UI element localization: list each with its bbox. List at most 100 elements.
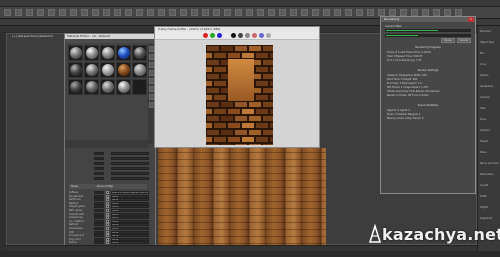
toolbar-button[interactable] bbox=[26, 9, 33, 16]
map-slot-button[interactable]: None bbox=[111, 209, 149, 212]
map-slot-button[interactable]: None bbox=[111, 219, 149, 223]
parameter-map-slot[interactable] bbox=[111, 172, 149, 175]
channel-color-icon[interactable] bbox=[266, 33, 271, 38]
channel-color-icon[interactable] bbox=[238, 33, 243, 38]
map-enable-checkbox[interactable] bbox=[106, 227, 109, 230]
toolbar-button[interactable] bbox=[81, 9, 88, 16]
material-slot[interactable] bbox=[84, 62, 99, 78]
map-enable-checkbox[interactable] bbox=[106, 212, 109, 216]
material-slot[interactable] bbox=[116, 79, 131, 95]
toolbar-button[interactable] bbox=[367, 9, 374, 16]
material-slot[interactable] bbox=[132, 45, 147, 61]
parameter-map-slot[interactable] bbox=[111, 152, 149, 155]
material-slot[interactable] bbox=[100, 45, 115, 61]
toolbar-button[interactable] bbox=[268, 9, 275, 16]
rendering-dialog-title[interactable]: Rendering bbox=[381, 17, 475, 22]
channel-color-icon[interactable] bbox=[259, 33, 264, 38]
toolbar-button[interactable] bbox=[279, 9, 286, 16]
toolbar-button[interactable] bbox=[4, 9, 11, 16]
map-enable-checkbox[interactable] bbox=[106, 234, 109, 238]
command-panel-item[interactable]: Length bbox=[480, 184, 499, 188]
parameter-row[interactable] bbox=[69, 162, 149, 166]
map-enable-checkbox[interactable] bbox=[106, 230, 109, 234]
channel-color-icon[interactable] bbox=[217, 33, 222, 38]
toolbar-button[interactable] bbox=[92, 9, 99, 16]
toolbar-button[interactable] bbox=[147, 9, 154, 16]
toolbar-button[interactable] bbox=[37, 9, 44, 16]
toolbar-button[interactable] bbox=[59, 9, 66, 16]
toolbar-button[interactable] bbox=[334, 9, 341, 16]
material-editor-menu[interactable] bbox=[65, 39, 155, 43]
map-enable-checkbox[interactable] bbox=[106, 191, 109, 194]
parameter-map-slot[interactable] bbox=[111, 177, 149, 180]
map-slot-button[interactable]: None bbox=[111, 237, 149, 241]
command-panel-item[interactable]: Standard bbox=[480, 30, 499, 34]
toolbar-button[interactable] bbox=[444, 9, 451, 16]
material-slot[interactable] bbox=[68, 62, 83, 78]
map-slot-button[interactable]: None bbox=[111, 234, 149, 238]
parameter-map-slot[interactable] bbox=[111, 167, 149, 170]
map-slot-button[interactable]: None bbox=[111, 212, 149, 216]
pause-button[interactable]: Pause bbox=[441, 38, 455, 43]
map-slot-button[interactable]: Map #1 (wood_planks_0065.jpg) bbox=[111, 191, 149, 194]
toolbar-button[interactable] bbox=[125, 9, 132, 16]
toolbar-button[interactable] bbox=[455, 9, 462, 16]
toolbar-button[interactable] bbox=[323, 9, 330, 16]
toolbar-button[interactable] bbox=[202, 9, 209, 16]
channel-color-icon[interactable] bbox=[210, 33, 215, 38]
parameter-spinner[interactable] bbox=[94, 157, 104, 160]
map-enable-checkbox[interactable] bbox=[106, 198, 109, 202]
map-slot-button[interactable]: None bbox=[111, 227, 149, 230]
channel-color-icon[interactable] bbox=[224, 33, 229, 38]
command-panel-item[interactable]: Name and Color bbox=[480, 162, 499, 166]
toolbar-button[interactable] bbox=[235, 9, 242, 16]
wood-plank-plane-object[interactable] bbox=[158, 148, 326, 248]
map-slot-button[interactable]: None bbox=[111, 223, 149, 227]
toolbar-button[interactable] bbox=[290, 9, 297, 16]
map-slot-button[interactable]: None bbox=[111, 230, 149, 234]
parameter-spinner[interactable] bbox=[94, 167, 104, 170]
toolbar-button[interactable] bbox=[389, 9, 396, 16]
map-slot-button[interactable]: None bbox=[111, 194, 149, 198]
material-slot[interactable] bbox=[116, 62, 131, 78]
map-amount-spinner[interactable] bbox=[94, 219, 104, 223]
map-amount-spinner[interactable] bbox=[94, 194, 104, 198]
command-panel-item[interactable]: Cone bbox=[480, 63, 499, 67]
material-slot[interactable] bbox=[84, 79, 99, 95]
command-panel-item[interactable]: Torus bbox=[480, 118, 499, 122]
command-panel-item[interactable]: Box bbox=[480, 52, 499, 56]
channel-color-icon[interactable] bbox=[231, 33, 236, 38]
toolbar-button[interactable] bbox=[400, 9, 407, 16]
parameter-row[interactable] bbox=[69, 167, 149, 171]
parameter-map-slot[interactable] bbox=[111, 162, 149, 165]
parameter-row[interactable] bbox=[69, 157, 149, 161]
map-amount-spinner[interactable] bbox=[94, 223, 104, 227]
cancel-button[interactable]: Cancel bbox=[457, 38, 471, 43]
command-panel-item[interactable]: Pyramid bbox=[480, 129, 499, 133]
map-amount-spinner[interactable] bbox=[94, 191, 104, 194]
map-amount-spinner[interactable] bbox=[94, 205, 104, 209]
map-slot-button[interactable]: None bbox=[111, 198, 149, 202]
channel-color-icon[interactable] bbox=[203, 33, 208, 38]
map-amount-spinner[interactable] bbox=[94, 237, 104, 241]
map-slot-button[interactable]: None bbox=[111, 205, 149, 209]
close-icon[interactable]: × bbox=[468, 17, 474, 22]
map-enable-checkbox[interactable] bbox=[106, 216, 109, 220]
material-slot[interactable] bbox=[100, 62, 115, 78]
command-panel-item[interactable]: Tube bbox=[480, 107, 499, 111]
toolbar-button[interactable] bbox=[158, 9, 165, 16]
parameter-spinner[interactable] bbox=[94, 162, 104, 165]
toolbar-button[interactable] bbox=[15, 9, 22, 16]
parameter-map-slot[interactable] bbox=[111, 157, 149, 160]
map-enable-checkbox[interactable] bbox=[106, 219, 109, 223]
parameter-row[interactable] bbox=[69, 152, 149, 156]
toolbar-button[interactable] bbox=[224, 9, 231, 16]
map-enable-checkbox[interactable] bbox=[106, 194, 109, 198]
command-panel-item[interactable]: Width bbox=[480, 195, 499, 199]
map-amount-spinner[interactable] bbox=[94, 201, 104, 205]
toolbar-button[interactable] bbox=[180, 9, 187, 16]
channel-color-icon[interactable] bbox=[252, 33, 257, 38]
command-panel-item[interactable]: Plane bbox=[480, 151, 499, 155]
toolbar-button[interactable] bbox=[312, 9, 319, 16]
toolbar-button[interactable] bbox=[257, 9, 264, 16]
